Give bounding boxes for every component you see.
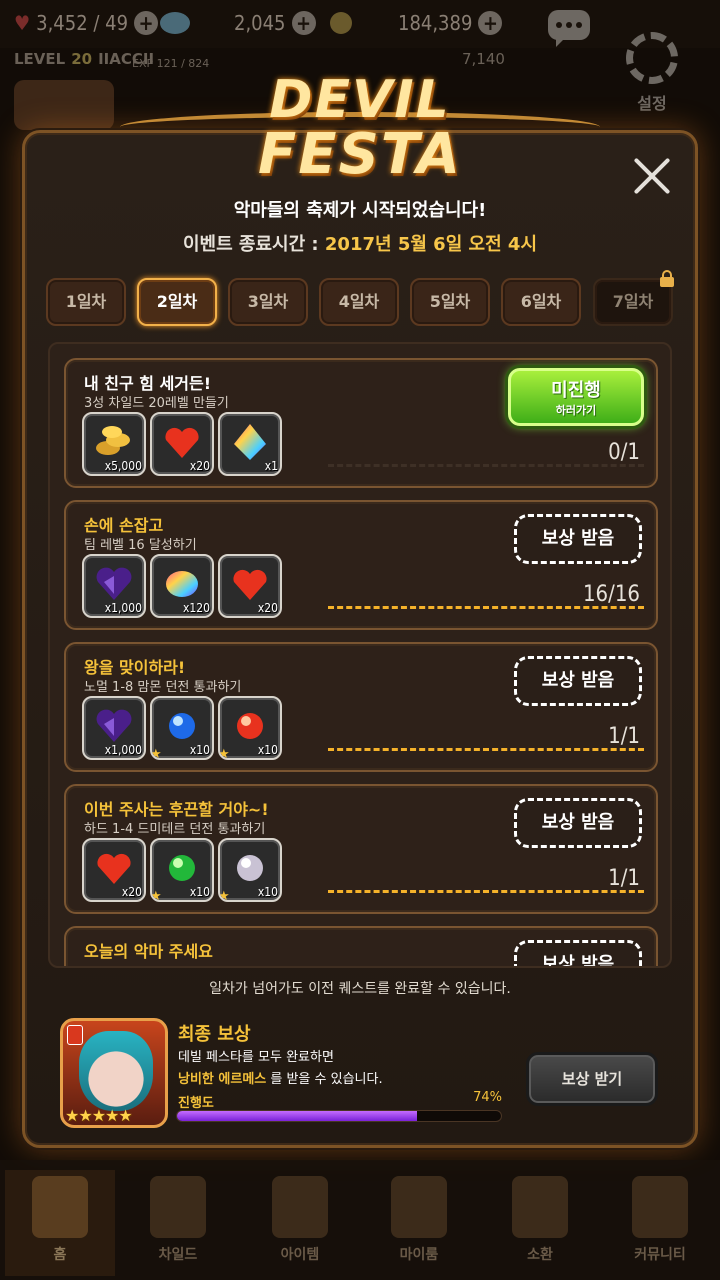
gems-value: 2,045 — [234, 11, 286, 35]
quest-list[interactable]: 내 친구 힘 세거든! 3성 차일드 20레벨 만들기 x5,000 x20 x… — [48, 342, 672, 968]
quest-item: 왕을 맞이하라! 노멀 1-8 맘몬 던전 통과하기 x1,000 x10 ★ … — [64, 642, 658, 772]
sword-shield-icon — [272, 1176, 328, 1238]
reward-received-button[interactable]: 보상 받음 — [514, 656, 642, 706]
quest-desc: 노멀 1-8 맘몬 던전 통과하기 — [84, 680, 242, 695]
reward-received-button[interactable]: 보상 받음 — [514, 940, 642, 966]
reward-received-button[interactable]: 보상 받음 — [514, 798, 642, 848]
gold-value: 184,389 — [398, 11, 473, 35]
gem-icon — [160, 12, 190, 34]
quest-desc: 3성 차일드 20레벨 만들기 — [84, 396, 229, 411]
settings-button[interactable]: 설정 — [624, 32, 680, 114]
star-icon: ★ — [218, 747, 230, 760]
star-rating: ★★★★★ — [65, 1106, 133, 1125]
crown-icon — [391, 1176, 447, 1238]
devil-festa-logo: DEVIL FESTA — [120, 42, 600, 192]
quest-item: 손에 손잡고 팀 레벨 16 달성하기 x1,000 x120 x20 보상 받… — [64, 500, 658, 630]
red-orb-icon[interactable]: x10 ★ — [218, 696, 282, 760]
progress-track — [328, 748, 644, 751]
potion-icon — [512, 1176, 568, 1238]
nav-home[interactable]: 홈 — [5, 1170, 115, 1276]
final-reward-portrait[interactable]: ★★★★★ — [60, 1018, 168, 1128]
quest-progress: 1/1 — [608, 724, 640, 749]
quest-title: 내 친구 힘 세거든! — [84, 374, 212, 393]
rainbow-stone-icon[interactable]: x120 — [150, 554, 214, 618]
star-icon: ★ — [150, 889, 162, 902]
lock-icon — [660, 270, 674, 287]
blue-orb-icon[interactable]: x10 ★ — [150, 696, 214, 760]
nav-community[interactable]: 커뮤니티 — [605, 1170, 715, 1276]
rainbow-crystal-icon[interactable]: x1 — [218, 412, 282, 476]
progress-track — [328, 464, 644, 467]
close-icon[interactable] — [632, 156, 672, 196]
tab-day-1[interactable]: 1일차 — [46, 278, 126, 326]
hearts-stat: ♥ 3,452 / 49 + — [14, 8, 159, 38]
gold-stat: 184,389 + — [330, 8, 503, 38]
purple-gem-icon[interactable]: x1,000 — [82, 554, 146, 618]
go-quest-button[interactable]: 미진행 하러가기 — [508, 368, 644, 426]
star-icon: ★ — [150, 747, 162, 760]
chat-button[interactable] — [548, 10, 590, 47]
progress-track — [328, 606, 644, 609]
tab-day-6[interactable]: 6일차 — [501, 278, 581, 326]
progress-percent: 74% — [473, 1090, 502, 1105]
heart-icon: ♥ — [14, 11, 31, 35]
tab-day-4[interactable]: 4일차 — [319, 278, 399, 326]
heart-icon[interactable]: x20 — [82, 838, 146, 902]
hearts-value: 3,452 / 49 — [36, 11, 129, 35]
event-end-time: 이벤트 종료시간 : 2017년 5월 6일 오전 4시 — [182, 234, 538, 255]
tab-day-5[interactable]: 5일차 — [410, 278, 490, 326]
quest-title: 오늘의 악마 주세요 — [84, 942, 213, 961]
notice-text: 일차가 넘어가도 이전 퀘스트를 완료할 수 있습니다. — [209, 981, 511, 997]
quest-progress: 1/1 — [608, 866, 640, 891]
nav-child[interactable]: 차일드 — [123, 1170, 233, 1276]
element-badge — [67, 1025, 83, 1045]
final-reward-desc: 데빌 페스타를 모두 완료하면 — [178, 1050, 334, 1065]
gems-stat: 2,045 + — [160, 8, 316, 38]
green-orb-icon[interactable]: x10 ★ — [150, 838, 214, 902]
tab-day-3[interactable]: 3일차 — [228, 278, 308, 326]
nav-myroom[interactable]: 마이룸 — [364, 1170, 474, 1276]
star-icon: ★ — [218, 889, 230, 902]
flame-icon — [150, 1176, 206, 1238]
coin-icon — [330, 12, 352, 34]
quest-title: 왕을 맞이하라! — [84, 658, 186, 677]
quest-desc: 팀 레벨 16 달성하기 — [84, 538, 197, 553]
reward-received-button[interactable]: 보상 받음 — [514, 514, 642, 564]
purple-gem-icon[interactable]: x1,000 — [82, 696, 146, 760]
add-hearts-button[interactable]: + — [134, 11, 159, 35]
progress-track — [328, 890, 644, 893]
quest-item: 이번 주사는 후끈할 거야~! 하드 1-4 드미테르 던전 통과하기 x20 … — [64, 784, 658, 914]
character-avatar — [79, 1031, 153, 1111]
quest-progress: 16/16 — [582, 582, 640, 607]
progress-label: 진행도 — [178, 1096, 214, 1111]
gear-icon — [626, 32, 678, 84]
quest-desc: 하드 1-4 드미테르 던전 통과하기 — [84, 822, 266, 837]
claim-reward-button[interactable]: 보상 받기 — [526, 1052, 658, 1106]
heart-icon[interactable]: x20 — [150, 412, 214, 476]
quest-title: 이번 주사는 후끈할 거야~! — [84, 800, 269, 819]
shield-icon — [632, 1176, 688, 1238]
add-gold-button[interactable]: + — [478, 11, 503, 35]
final-progress-bar — [176, 1110, 502, 1122]
nav-item[interactable]: 아이템 — [245, 1170, 355, 1276]
event-headline: 악마들의 축제가 시작되었습니다! — [233, 200, 487, 221]
quest-progress: 0/1 — [608, 440, 640, 465]
quest-title: 손에 손잡고 — [84, 516, 164, 535]
nav-summon[interactable]: 소환 — [485, 1170, 595, 1276]
heart-icon[interactable]: x20 — [218, 554, 282, 618]
final-reward-title: 최종 보상 — [178, 1024, 251, 1045]
tab-day-2[interactable]: 2일차 — [137, 278, 217, 326]
home-icon — [32, 1176, 88, 1238]
quest-item: 내 친구 힘 세거든! 3성 차일드 20레벨 만들기 x5,000 x20 x… — [64, 358, 658, 488]
final-reward-desc-2: 낭비한 에르메스 를 받을 수 있습니다. — [178, 1072, 383, 1087]
add-gems-button[interactable]: + — [291, 11, 316, 35]
player-avatar — [14, 80, 114, 130]
gold-coins-icon[interactable]: x5,000 — [82, 412, 146, 476]
white-orb-icon[interactable]: x10 ★ — [218, 838, 282, 902]
quest-item: 오늘의 악마 주세요 보상 받음 — [64, 926, 658, 966]
